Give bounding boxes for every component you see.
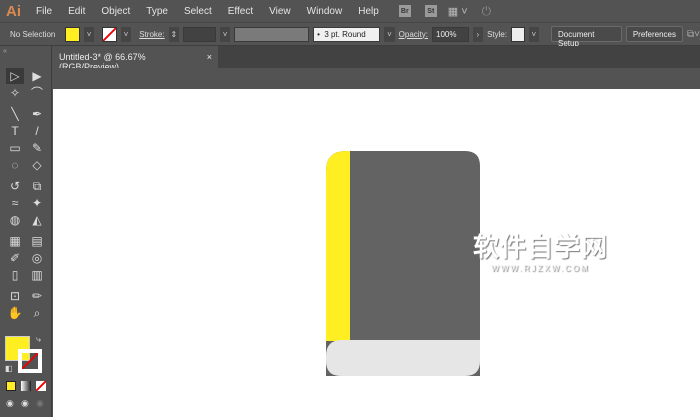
fill-swatch[interactable]: [65, 26, 80, 42]
workspace-layout-icon[interactable]: ▦ ˅: [448, 5, 468, 18]
menu-view[interactable]: View: [261, 6, 299, 17]
book-illustration[interactable]: [326, 151, 480, 376]
slice-tool-icon[interactable]: ✏: [28, 288, 46, 304]
rotate-tool-icon[interactable]: ↺: [6, 178, 24, 194]
blend-tool-icon[interactable]: ◎: [28, 250, 46, 266]
stroke-weight-input[interactable]: [183, 26, 216, 42]
tools-panel: « ▷ ▶ ✧ ⌒ ╲ ✒ T / ▭ ✎ ◌ ◇ ↺ ⧉ ≈ ✦ ◍ ◭ ▦ ▤ ✐ ◎ ▯ ▥ ⊡ ✏ ✋ ⌕ ⤷ ◧ ◉ ◉ ◉: [0, 46, 52, 417]
rulers-area: [53, 68, 700, 89]
gradient-tool-icon[interactable]: ▤: [28, 233, 46, 249]
style-swatch[interactable]: [511, 26, 525, 42]
eyedropper-tool-icon[interactable]: ✐: [6, 250, 24, 266]
brush-dropdown[interactable]: ˅: [384, 26, 395, 42]
none-mode-icon[interactable]: [36, 381, 46, 391]
zoom-tool-icon[interactable]: ⌕: [28, 305, 46, 321]
stock-icon[interactable]: St: [424, 5, 437, 17]
menu-select[interactable]: Select: [176, 6, 220, 17]
bridge-icon[interactable]: Br: [398, 5, 411, 17]
column-graph-tool-icon[interactable]: ▥: [28, 267, 46, 283]
brush-value: 3 pt. Round: [324, 29, 366, 39]
draw-behind-icon[interactable]: ◉: [21, 398, 29, 409]
shaper-tool-icon[interactable]: ◌: [6, 157, 24, 173]
document-setup-button[interactable]: Document Setup: [551, 26, 622, 48]
magic-wand-tool-icon[interactable]: ✧: [6, 85, 24, 101]
puppet-warp-tool-icon[interactable]: ✦: [28, 195, 46, 211]
line-tool-icon[interactable]: /: [28, 123, 46, 139]
mesh-tool-icon[interactable]: ▦: [6, 233, 24, 249]
menu-effect[interactable]: Effect: [220, 6, 261, 17]
stroke-swatch[interactable]: [102, 26, 117, 42]
eraser-tool-icon[interactable]: ◇: [28, 157, 46, 173]
watermark: 软件自学网 WWW.RJZXW.COM: [473, 227, 608, 273]
selection-status: No Selection: [10, 29, 56, 39]
control-bar: No Selection ˅ ˅ Stroke: ⇕ ˅ • 3 pt. Rou…: [0, 22, 700, 48]
close-tab-icon[interactable]: ×: [207, 52, 212, 62]
menu-bar: Ai File Edit Object Type Select Effect V…: [0, 0, 700, 22]
pen-angle-tool-icon[interactable]: ╲: [6, 106, 24, 122]
arrange-icon[interactable]: ⧉˅: [687, 29, 700, 40]
book-pages: [326, 340, 480, 376]
artboard-tool-icon[interactable]: ⊡: [6, 288, 24, 304]
variable-width-profile[interactable]: [234, 26, 310, 42]
document-tab[interactable]: Untitled-3* @ 66.67% (RGB/Preview) ×: [53, 46, 218, 72]
stroke-weight-stepper[interactable]: ⇕: [168, 26, 180, 42]
gradient-mode-icon[interactable]: [21, 381, 31, 391]
scale-tool-icon[interactable]: ⧉: [28, 178, 46, 194]
app-logo: Ai: [6, 2, 21, 20]
menu-help[interactable]: Help: [350, 6, 387, 17]
menu-object[interactable]: Object: [93, 6, 138, 17]
rectangle-tool-icon[interactable]: ▭: [6, 140, 24, 156]
book-spine: [326, 151, 350, 341]
fill-dropdown[interactable]: ˅: [83, 26, 95, 42]
menu-edit[interactable]: Edit: [60, 6, 93, 17]
draw-normal-icon[interactable]: ◉: [6, 398, 14, 409]
stroke-weight-dropdown[interactable]: ˅: [219, 26, 231, 42]
swap-colors-icon[interactable]: ⤷: [36, 334, 41, 345]
lasso-tool-icon[interactable]: ⌒: [28, 85, 46, 101]
shape-builder-tool-icon[interactable]: ◍: [6, 212, 24, 228]
stroke-dropdown[interactable]: ˅: [120, 26, 132, 42]
brush-definition[interactable]: • 3 pt. Round: [313, 26, 381, 42]
type-tool-icon[interactable]: T: [6, 123, 24, 139]
menu-type[interactable]: Type: [138, 6, 176, 17]
color-mode-icon[interactable]: [6, 381, 16, 391]
artboard-canvas[interactable]: 软件自学网 WWW.RJZXW.COM: [53, 89, 700, 417]
preferences-button[interactable]: Preferences: [625, 26, 683, 42]
draw-inside-icon[interactable]: ◉: [36, 398, 44, 409]
pen-tool-icon[interactable]: ✒: [28, 106, 46, 122]
selection-tool-icon[interactable]: ▷: [6, 68, 24, 84]
opacity-label[interactable]: Opacity:: [399, 30, 428, 39]
perspective-grid-tool-icon[interactable]: ◭: [28, 212, 46, 228]
paintbrush-tool-icon[interactable]: ✎: [28, 140, 46, 156]
collapse-icon[interactable]: «: [3, 48, 7, 55]
opacity-arrow[interactable]: ›: [472, 26, 484, 42]
watermark-title: 软件自学网: [473, 232, 609, 262]
watermark-url: WWW.RJZXW.COM: [491, 264, 590, 273]
document-tab-title: Untitled-3* @ 66.67% (RGB/Preview): [59, 52, 146, 72]
menu-window[interactable]: Window: [299, 6, 351, 17]
style-dropdown[interactable]: ˅: [528, 26, 540, 42]
stroke-color-swatch[interactable]: [18, 349, 42, 373]
symbol-sprayer-tool-icon[interactable]: ▯: [6, 267, 24, 283]
menu-file[interactable]: File: [28, 6, 60, 17]
stroke-label[interactable]: Stroke:: [139, 30, 164, 39]
direct-selection-tool-icon[interactable]: ▶: [28, 68, 46, 84]
warp-tool-icon[interactable]: ≈: [6, 195, 24, 211]
default-colors-icon[interactable]: ◧: [5, 364, 13, 373]
document-tab-bar: Untitled-3* @ 66.67% (RGB/Preview) ×: [53, 46, 700, 72]
sync-icon[interactable]: ⏻: [482, 4, 492, 19]
opacity-input[interactable]: 100%: [432, 26, 469, 42]
style-label: Style:: [487, 29, 508, 39]
hand-tool-icon[interactable]: ✋: [6, 305, 24, 321]
